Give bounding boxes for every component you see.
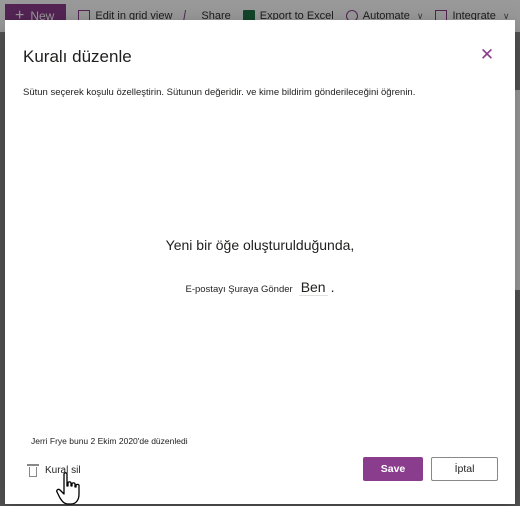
modified-by-text: Jerri Frye bunu 2 Ekim 2020'de düzenledi xyxy=(31,436,188,446)
dialog-title: Kuralı düzenle xyxy=(23,47,132,66)
cancel-button[interactable]: İptal xyxy=(431,457,498,481)
rule-end-punctuation: . xyxy=(330,279,335,295)
recipient-picker[interactable]: Ben xyxy=(298,279,328,296)
rule-action-line: E-postayı Şuraya Gönder Ben . xyxy=(5,279,515,296)
rule-action-label: E-postayı Şuraya Gönder xyxy=(185,284,293,295)
edit-rule-dialog: Kuralı düzenle ✕ Sütun seçerek koşulu öz… xyxy=(5,20,515,504)
dialog-subtitle: Sütun seçerek koşulu özelleştirin. Sütun… xyxy=(23,87,416,98)
rule-condition: Yeni bir öğe oluşturulduğunda, xyxy=(165,237,355,253)
trash-icon xyxy=(27,463,39,477)
hand-cursor-icon xyxy=(56,472,80,505)
close-icon[interactable]: ✕ xyxy=(479,46,495,63)
save-button[interactable]: Save xyxy=(363,457,423,481)
